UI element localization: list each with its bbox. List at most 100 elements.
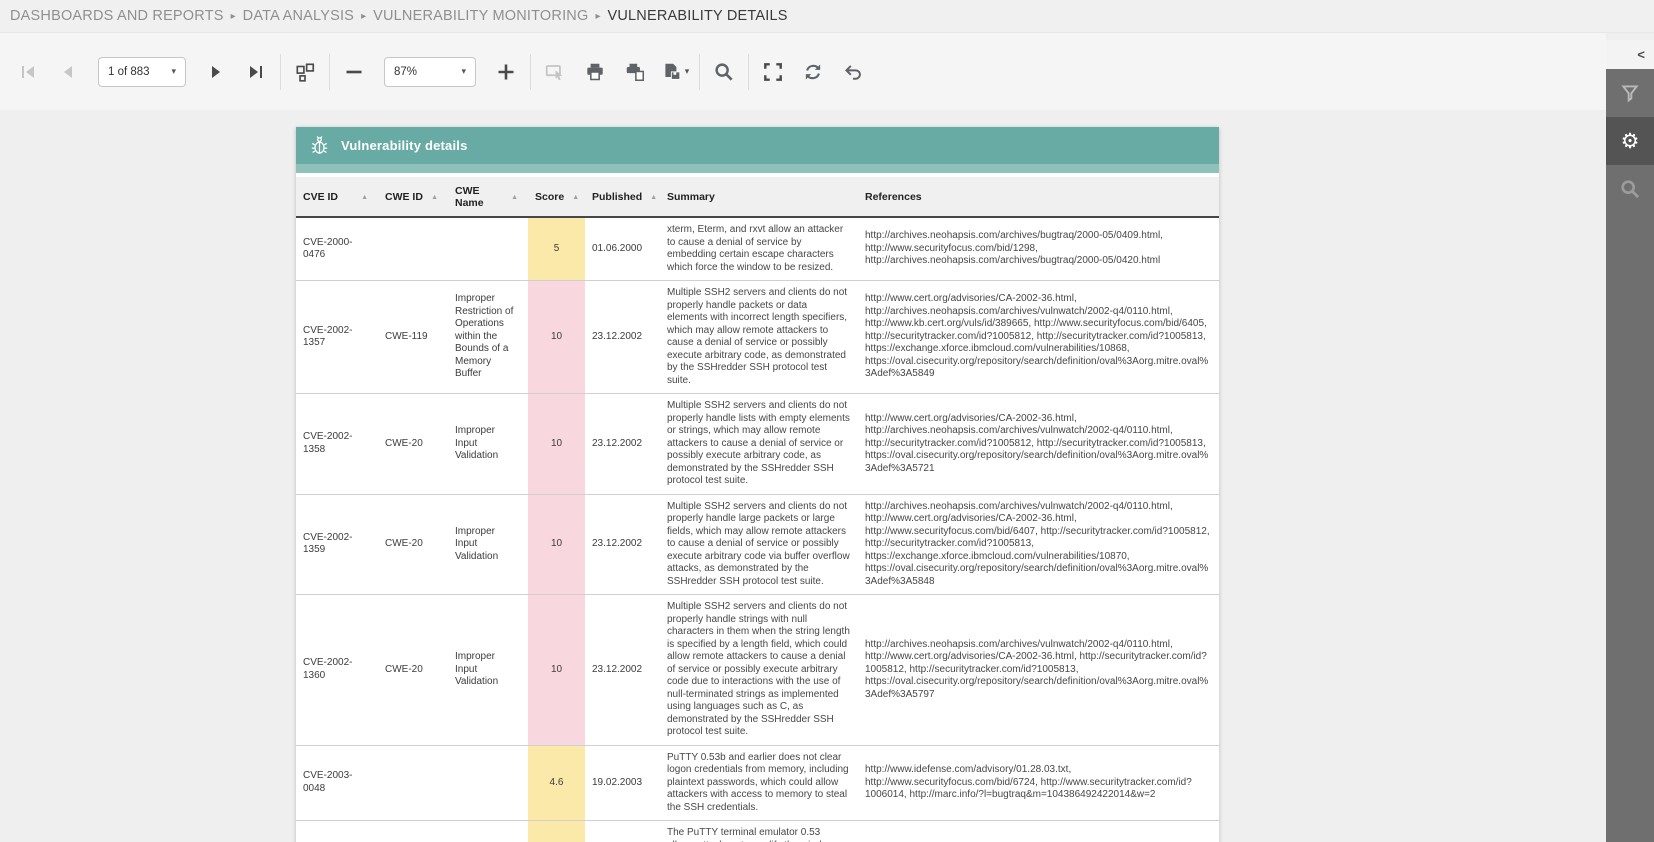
first-page-button[interactable]	[8, 51, 48, 93]
table-row: CVE-2000-0476 5 01.06.2000 xterm, Eterm, an…	[296, 218, 1219, 281]
magnifier-icon	[715, 62, 733, 81]
next-page-icon	[212, 65, 220, 78]
filter-funnel-icon	[1621, 85, 1639, 103]
page-number-select[interactable]: 1 of 883 ▾	[98, 56, 186, 87]
cell-summary: Multiple SSH2 servers and clients do not…	[667, 400, 850, 486]
cell-published: 23.12.2002	[592, 663, 643, 675]
cell-published: 01.06.2000	[592, 242, 643, 254]
breadcrumb-arrow-icon: ▸	[361, 10, 367, 22]
sidebar-settings-button[interactable]: ⚙	[1606, 117, 1654, 165]
cell-references: http://archives.neohapsis.com/archives/v…	[865, 500, 1210, 587]
column-label: CVE ID	[303, 191, 339, 203]
plus-icon	[498, 64, 514, 79]
breadcrumb-item[interactable]: DASHBOARDS AND REPORTS	[10, 8, 224, 24]
sort-ascending-icon: ▲	[650, 193, 658, 201]
cell-score: 10	[528, 494, 585, 594]
cell-references: http://archives.neohapsis.com/archives/v…	[858, 821, 1219, 842]
cell-score: 7.5	[528, 821, 585, 842]
column-header-published[interactable]: Published ▲	[585, 177, 660, 216]
sort-ascending-icon: ▲	[511, 193, 518, 201]
cell-cwe-name: Improper Input Validation	[455, 425, 499, 461]
column-label: Published	[592, 191, 643, 203]
toolbar-separator	[748, 53, 749, 90]
last-page-icon	[250, 65, 262, 78]
zoom-in-button[interactable]	[486, 51, 526, 93]
column-header-cwe-name[interactable]: CWE Name ▲	[448, 177, 528, 216]
breadcrumb-item[interactable]: VULNERABILITY DETAILS	[608, 8, 788, 24]
sidebar-parameters-button[interactable]	[1606, 69, 1654, 117]
cell-score: 10	[528, 394, 585, 494]
column-header-summary: Summary	[660, 177, 858, 216]
sidebar-collapse-strip: <	[1606, 40, 1654, 69]
print-button[interactable]	[575, 51, 615, 93]
report-header-strip	[296, 164, 1219, 173]
table-row: CVE-2002-1357 CWE-119 Improper Restriction…	[296, 281, 1219, 394]
cell-cwe-id: CWE-20	[385, 663, 423, 675]
magnifier-icon	[1621, 180, 1640, 199]
cell-references: http://www.idefense.com/advisory/01.28.0…	[865, 764, 1192, 800]
sort-ascending-icon: ▲	[431, 193, 438, 201]
sidebar-search-button[interactable]	[1606, 165, 1654, 213]
print-page-setup-button[interactable]	[615, 51, 655, 93]
cell-cwe-name	[448, 218, 528, 280]
first-page-icon	[22, 65, 34, 78]
cell-cwe-name: Improper Restriction of Operations withi…	[455, 293, 514, 380]
last-page-button[interactable]	[236, 51, 276, 93]
printer-page-icon	[626, 63, 645, 81]
toolbar: 1 of 883 ▾ 87% ▾ ▾	[0, 33, 1606, 110]
column-header-cve-id[interactable]: CVE ID ▲	[296, 177, 378, 216]
cell-published: 23.12.2002	[592, 538, 643, 549]
cell-cve-id: CVE-2003-0069	[296, 821, 378, 842]
page-layout-button[interactable]	[285, 51, 325, 93]
cell-summary: xterm, Eterm, and rxvt allow an attacker…	[667, 224, 844, 273]
breadcrumb-item[interactable]: VULNERABILITY MONITORING	[373, 8, 588, 24]
column-header-score[interactable]: Score ▲	[528, 177, 585, 216]
gear-icon: ⚙	[1620, 129, 1640, 153]
refresh-button[interactable]	[793, 51, 833, 93]
export-save-icon	[665, 63, 680, 80]
export-button[interactable]: ▾	[655, 51, 695, 93]
toolbar-separator	[699, 53, 700, 90]
toolbar-separator	[530, 53, 531, 90]
printer-icon	[587, 63, 603, 80]
table-row: CVE-2003-0048 4.6 19.02.2003 PuTTY 0.53b an…	[296, 745, 1219, 821]
table-body: CVE-2000-0476 5 01.06.2000 xterm, Eterm, an…	[296, 218, 1219, 842]
column-label: Summary	[667, 191, 715, 203]
breadcrumb-arrow-icon: ▸	[595, 10, 601, 22]
column-label: CWE Name	[455, 185, 484, 209]
search-button[interactable]	[704, 51, 744, 93]
multi-page-layout-icon	[296, 62, 315, 82]
column-header-references: References	[858, 177, 1219, 216]
column-header-cwe-id[interactable]: CWE ID ▲	[378, 177, 448, 216]
viewer-content: Vulnerability details CVE ID ▲ CWE ID ▲ CWE …	[0, 110, 1606, 842]
cell-summary: Multiple SSH2 servers and clients do not…	[667, 601, 850, 737]
cell-score: 5	[528, 218, 585, 280]
chevron-down-icon: ▾	[171, 66, 176, 76]
report-title-bar: Vulnerability details	[296, 127, 1219, 164]
fullscreen-button[interactable]	[753, 51, 793, 93]
undo-button[interactable]	[833, 51, 873, 93]
cell-cwe-id: CWE-20	[385, 538, 423, 549]
previous-page-icon	[64, 65, 72, 78]
next-page-button[interactable]	[196, 51, 236, 93]
chevron-left-icon[interactable]: <	[1637, 48, 1645, 61]
table-row: CVE-2002-1358 CWE-20 Improper Input Valida…	[296, 394, 1219, 495]
selection-pointer-icon	[545, 64, 563, 80]
undo-arrow-icon	[844, 64, 861, 80]
zoom-level-select[interactable]: 87% ▾	[384, 56, 476, 87]
selection-mode-button[interactable]	[535, 51, 575, 93]
cell-cwe-id	[378, 821, 448, 842]
minus-icon	[346, 70, 362, 73]
zoom-out-button[interactable]	[334, 51, 374, 93]
report-title: Vulnerability details	[341, 138, 468, 153]
cell-published: 19.02.2003	[592, 776, 643, 788]
chevron-down-icon: ▾	[461, 66, 466, 76]
cell-cwe-id	[378, 746, 448, 821]
column-label: References	[865, 191, 922, 203]
cell-published: 23.12.2002	[592, 330, 643, 342]
cell-references: http://archives.neohapsis.com/archives/v…	[865, 638, 1209, 700]
previous-page-button[interactable]	[48, 51, 88, 93]
sort-ascending-icon: ▲	[572, 193, 580, 201]
breadcrumb-item[interactable]: DATA ANALYSIS	[243, 8, 354, 24]
cell-summary: PuTTY 0.53b and earlier does not clear l…	[667, 751, 849, 813]
